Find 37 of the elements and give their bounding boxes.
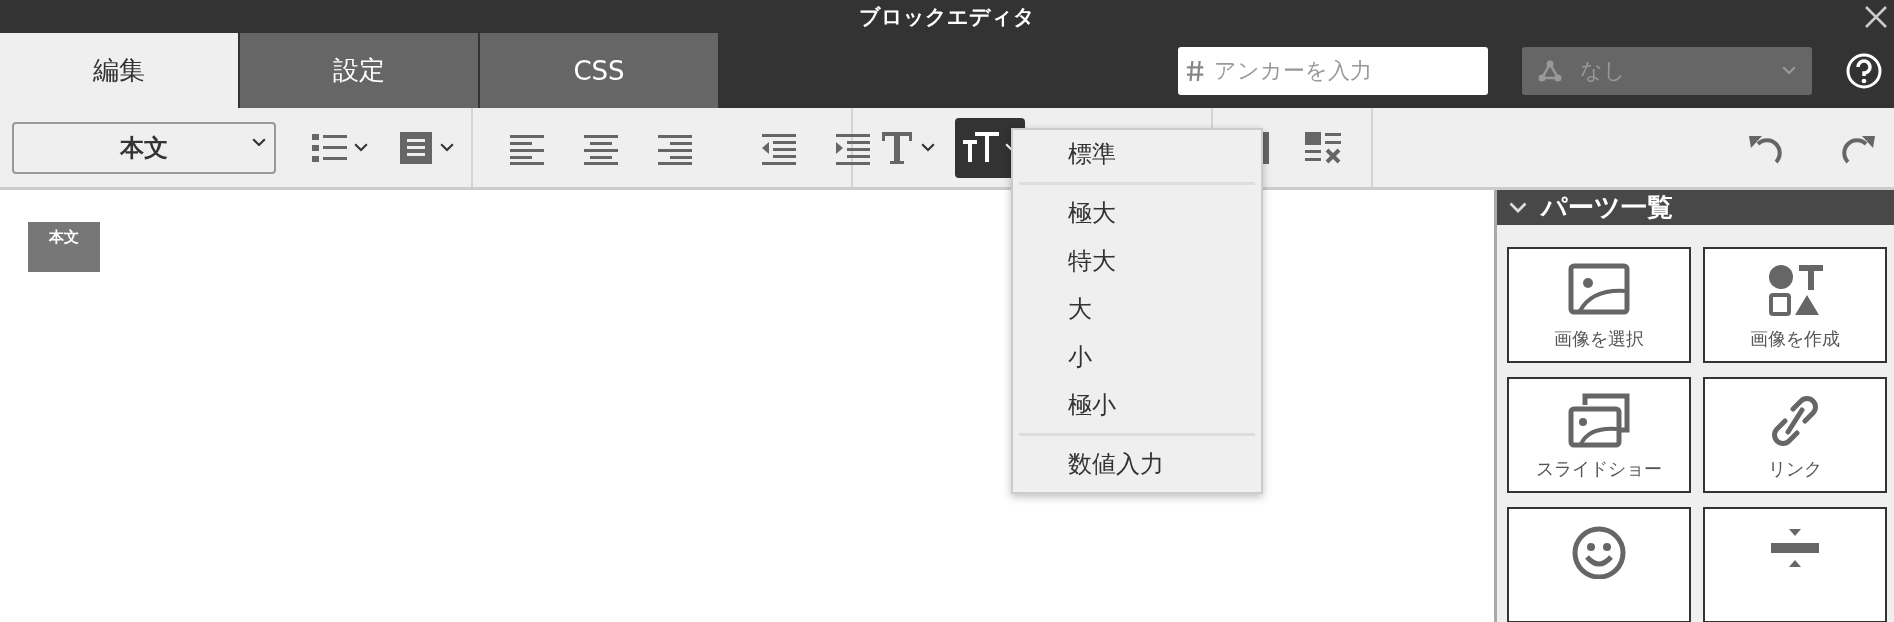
window-title: ブロックエディタ xyxy=(859,3,1035,31)
menu-item[interactable]: 特大 xyxy=(1013,236,1261,285)
slideshow-icon xyxy=(1567,393,1631,449)
caret-icon xyxy=(440,143,454,152)
tab[interactable]: CSS xyxy=(480,33,720,108)
part-card[interactable]: リンク xyxy=(1703,377,1887,493)
caret-icon xyxy=(1782,66,1796,75)
menu-item[interactable]: 小 xyxy=(1013,332,1261,381)
anchor-field-frame[interactable]: アンカーを入力 xyxy=(1178,46,1488,95)
part-label: 画像を作成 xyxy=(1750,327,1840,351)
chevron-icon xyxy=(1509,202,1527,213)
part-card[interactable]: 画像を作成 xyxy=(1703,247,1887,363)
block-label: 本文 xyxy=(28,222,100,272)
part-label: 画像を選択 xyxy=(1554,327,1644,351)
part-card[interactable] xyxy=(1507,507,1691,622)
caret-icon xyxy=(354,143,368,152)
part-label: リンク xyxy=(1768,457,1822,481)
tab[interactable]: 設定 xyxy=(240,33,480,108)
panel-title: パーツ一覧 xyxy=(1541,191,1673,224)
caret-icon xyxy=(252,137,266,146)
anchor-field[interactable]: アンカーを入力 xyxy=(1212,57,1480,84)
close-icon xyxy=(1864,4,1888,29)
paragraph-select[interactable]: 本文 xyxy=(12,121,276,174)
menu-item[interactable]: 大 xyxy=(1013,284,1261,333)
menu-item[interactable]: 数値入力 xyxy=(1013,439,1261,488)
part-label: スライドショー xyxy=(1536,457,1662,481)
nodes-icon xyxy=(1538,59,1562,82)
part-card[interactable]: スライドショー xyxy=(1507,377,1691,493)
menu-item[interactable]: 極小 xyxy=(1013,380,1261,429)
caret-icon xyxy=(921,143,935,152)
part-card[interactable]: 画像を選択 xyxy=(1507,247,1691,363)
part-card[interactable] xyxy=(1703,507,1887,622)
tab[interactable]: 編集 xyxy=(0,33,240,108)
menu-item[interactable]: 極大 xyxy=(1013,188,1261,237)
help-icon[interactable] xyxy=(1846,52,1882,89)
panel-header[interactable]: パーツ一覧 xyxy=(1497,190,1894,225)
menu-item[interactable]: 標準 xyxy=(1013,129,1261,178)
